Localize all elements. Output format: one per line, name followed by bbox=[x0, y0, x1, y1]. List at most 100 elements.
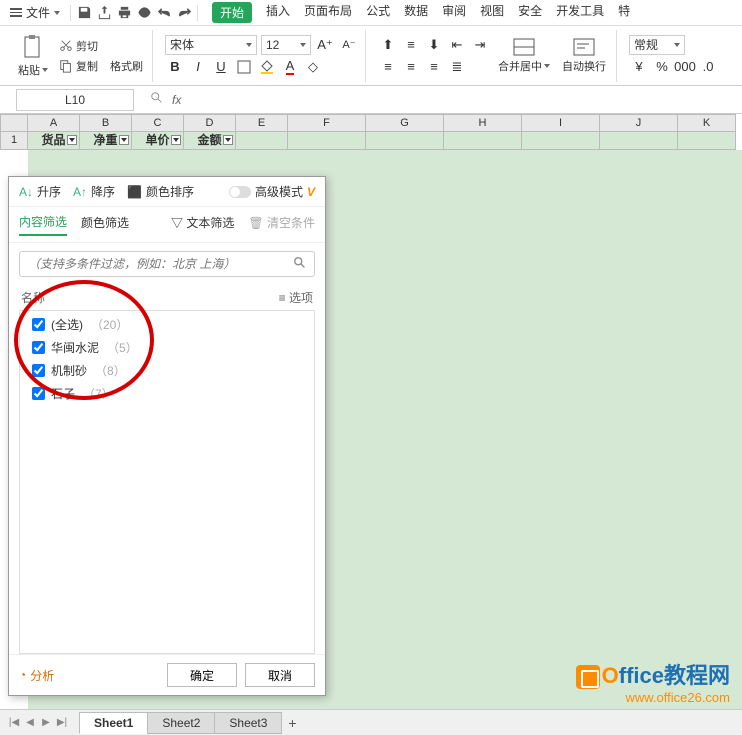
checkbox[interactable] bbox=[32, 364, 45, 377]
font-color-button[interactable]: A bbox=[280, 57, 300, 77]
tab-view[interactable]: 视图 bbox=[480, 2, 504, 23]
underline-button[interactable]: U bbox=[211, 57, 231, 77]
analyze-button[interactable]: ◔分析 bbox=[19, 667, 54, 684]
checkbox[interactable] bbox=[32, 341, 45, 354]
filter-item[interactable]: 机制砂（8） bbox=[32, 359, 302, 382]
decrease-decimal-icon[interactable]: .0 bbox=[698, 57, 718, 77]
col-header[interactable]: F bbox=[288, 114, 366, 132]
cell[interactable] bbox=[444, 132, 522, 150]
align-middle-icon[interactable]: ≡ bbox=[401, 35, 421, 55]
increase-font-icon[interactable]: A⁺ bbox=[315, 35, 335, 55]
tab-special[interactable]: 特 bbox=[618, 2, 630, 23]
tab-data[interactable]: 数据 bbox=[404, 2, 428, 23]
sheet-nav-next-icon[interactable]: ▶ bbox=[38, 715, 54, 731]
filter-dropdown-icon[interactable] bbox=[171, 135, 181, 145]
text-filter-button[interactable]: ▽ 文本筛选 bbox=[171, 214, 234, 235]
sort-asc-button[interactable]: A↓升序 bbox=[19, 183, 61, 200]
col-header[interactable]: B bbox=[80, 114, 132, 132]
copy-button[interactable]: 复制 bbox=[56, 57, 101, 75]
checkbox[interactable] bbox=[32, 387, 45, 400]
advanced-mode-toggle[interactable]: 高级模式 V bbox=[229, 183, 315, 200]
filter-dropdown-icon[interactable] bbox=[223, 135, 233, 145]
options-button[interactable]: ≡ 选项 bbox=[279, 289, 313, 306]
color-filter-tab[interactable]: 颜色筛选 bbox=[81, 214, 129, 235]
align-top-icon[interactable]: ⬆ bbox=[378, 35, 398, 55]
tab-formula[interactable]: 公式 bbox=[366, 2, 390, 23]
sheet-tab[interactable]: Sheet3 bbox=[214, 712, 282, 734]
fill-color-button[interactable] bbox=[257, 57, 277, 77]
filter-dropdown-icon[interactable] bbox=[119, 135, 129, 145]
ok-button[interactable]: 确定 bbox=[167, 663, 237, 687]
col-header[interactable]: C bbox=[132, 114, 184, 132]
filter-dropdown-icon[interactable] bbox=[67, 135, 77, 145]
print-icon[interactable] bbox=[115, 4, 133, 22]
sheet-nav-first-icon[interactable]: |◀ bbox=[6, 715, 22, 731]
col-header[interactable]: I bbox=[522, 114, 600, 132]
cell[interactable] bbox=[366, 132, 444, 150]
percent-icon[interactable]: % bbox=[652, 57, 672, 77]
font-name-select[interactable]: 宋体 bbox=[165, 35, 257, 55]
col-header[interactable]: E bbox=[236, 114, 288, 132]
cell[interactable] bbox=[288, 132, 366, 150]
content-filter-tab[interactable]: 内容筛选 bbox=[19, 213, 67, 236]
save-icon[interactable] bbox=[75, 4, 93, 22]
search-icon[interactable] bbox=[293, 256, 307, 273]
italic-button[interactable]: I bbox=[188, 57, 208, 77]
tab-page-layout[interactable]: 页面布局 bbox=[304, 2, 352, 23]
cell[interactable] bbox=[678, 132, 736, 150]
tab-start[interactable]: 开始 bbox=[212, 2, 252, 23]
col-header[interactable]: A bbox=[28, 114, 80, 132]
cell[interactable] bbox=[236, 132, 288, 150]
fx-label[interactable]: fx bbox=[172, 93, 181, 107]
decrease-font-icon[interactable]: A⁻ bbox=[339, 35, 359, 55]
tab-security[interactable]: 安全 bbox=[518, 2, 542, 23]
align-center-icon[interactable]: ≡ bbox=[401, 57, 421, 77]
font-size-select[interactable]: 12 bbox=[261, 35, 311, 55]
header-cell-product[interactable]: 货品 bbox=[28, 132, 80, 150]
sheet-nav-last-icon[interactable]: ▶| bbox=[54, 715, 70, 731]
cut-button[interactable]: 剪切 bbox=[56, 37, 146, 55]
sheet-nav-prev-icon[interactable]: ◀ bbox=[22, 715, 38, 731]
align-bottom-icon[interactable]: ⬇ bbox=[424, 35, 444, 55]
row-header[interactable]: 1 bbox=[0, 132, 28, 150]
header-cell-price[interactable]: 单价 bbox=[132, 132, 184, 150]
select-all-corner[interactable] bbox=[0, 114, 28, 132]
header-cell-amount[interactable]: 金额 bbox=[184, 132, 236, 150]
add-sheet-button[interactable]: + bbox=[282, 715, 302, 731]
clear-filter-button[interactable]: 🗑 清空条件 bbox=[248, 214, 315, 235]
bold-button[interactable]: B bbox=[165, 57, 185, 77]
export-icon[interactable] bbox=[95, 4, 113, 22]
col-header[interactable]: K bbox=[678, 114, 736, 132]
search-icon[interactable] bbox=[150, 91, 164, 108]
col-header[interactable]: D bbox=[184, 114, 236, 132]
preview-icon[interactable] bbox=[135, 4, 153, 22]
increase-indent-icon[interactable]: ⇥ bbox=[470, 35, 490, 55]
color-sort-button[interactable]: ⬛颜色排序 bbox=[127, 183, 194, 200]
comma-icon[interactable]: 000 bbox=[675, 57, 695, 77]
name-box[interactable]: L10 bbox=[16, 89, 134, 111]
paste-button[interactable]: 粘贴 bbox=[14, 32, 52, 80]
redo-icon[interactable] bbox=[175, 4, 193, 22]
align-left-icon[interactable]: ≡ bbox=[378, 57, 398, 77]
filter-item[interactable]: 华闽水泥（5） bbox=[32, 336, 302, 359]
col-header[interactable]: G bbox=[366, 114, 444, 132]
filter-search-input[interactable] bbox=[19, 251, 315, 277]
number-format-select[interactable]: 常规 bbox=[629, 35, 685, 55]
cancel-button[interactable]: 取消 bbox=[245, 663, 315, 687]
border-button[interactable] bbox=[234, 57, 254, 77]
filter-item[interactable]: 石子（7） bbox=[32, 382, 302, 405]
col-header[interactable]: H bbox=[444, 114, 522, 132]
col-header[interactable]: J bbox=[600, 114, 678, 132]
checkbox[interactable] bbox=[32, 318, 45, 331]
clear-format-button[interactable]: ◇ bbox=[303, 57, 323, 77]
header-cell-weight[interactable]: 净重 bbox=[80, 132, 132, 150]
app-menu[interactable]: 文件 bbox=[4, 4, 66, 21]
sheet-tab[interactable]: Sheet1 bbox=[79, 712, 148, 734]
tab-developer[interactable]: 开发工具 bbox=[556, 2, 604, 23]
currency-icon[interactable]: ¥ bbox=[629, 57, 649, 77]
sort-desc-button[interactable]: A↑降序 bbox=[73, 183, 115, 200]
undo-icon[interactable] bbox=[155, 4, 173, 22]
tab-insert[interactable]: 插入 bbox=[266, 2, 290, 23]
align-right-icon[interactable]: ≡ bbox=[424, 57, 444, 77]
merge-center-button[interactable]: 合并居中 bbox=[494, 36, 554, 76]
